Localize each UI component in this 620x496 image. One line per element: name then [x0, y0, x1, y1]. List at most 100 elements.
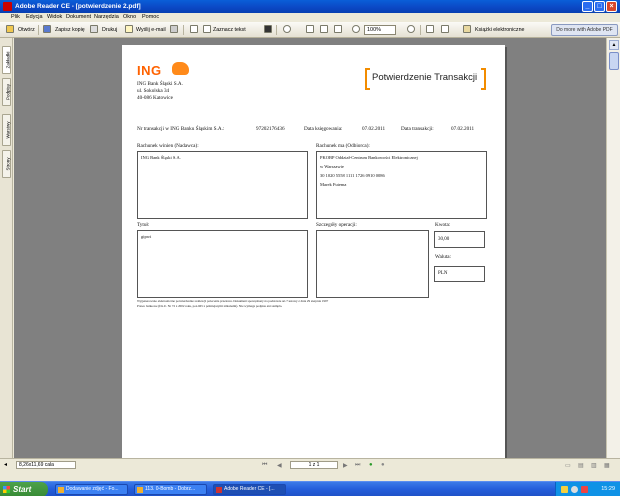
zoom-in-plus-icon[interactable]	[407, 25, 415, 33]
toolbar-separator	[183, 25, 184, 35]
payment-title-label: Tytuł:	[137, 222, 150, 228]
select-text-button[interactable]: Zaznacz tekst	[213, 25, 246, 35]
email-button[interactable]: Wyślij e-mail	[136, 25, 166, 35]
tab-signatures[interactable]: Podpisy	[2, 78, 11, 106]
go-back-icon[interactable]: ●	[369, 462, 373, 468]
debit-account-value: ING Bank Śląski S.A.	[141, 155, 181, 160]
snapshot-icon[interactable]	[264, 25, 272, 33]
start-button[interactable]: Start	[0, 482, 48, 496]
scroll-thumb[interactable]	[609, 52, 619, 70]
page-number-field[interactable]: 1 z 1	[290, 461, 338, 469]
collapse-arrow-icon[interactable]: ◂	[4, 461, 7, 468]
credit-line-3: 30 1020 5558 1111 1726 0910 0086	[320, 173, 385, 178]
next-page-icon[interactable]: ▶	[343, 462, 348, 469]
amount-value: 30,00	[438, 237, 450, 242]
zoom-in-icon[interactable]	[283, 25, 291, 33]
menu-file[interactable]: Plik	[11, 13, 20, 22]
payment-title-box: gipwi	[137, 230, 308, 298]
taskbar-item-label: 113. 0-Bomb - Dobrz...	[145, 486, 196, 492]
clock[interactable]: 15:29	[601, 482, 615, 496]
hand-tool-icon[interactable]	[190, 25, 198, 33]
binoculars-icon[interactable]	[170, 25, 178, 33]
menu-edit[interactable]: Edycja	[26, 13, 43, 22]
rotate-left-icon[interactable]	[426, 25, 434, 33]
zoom-input[interactable]: 100%	[364, 25, 396, 35]
first-page-icon[interactable]: ⏮	[262, 462, 267, 469]
open-button[interactable]: Otwórz	[18, 25, 35, 35]
ebooks-button[interactable]: Książki elektroniczne	[475, 25, 524, 35]
save-disk-icon	[43, 25, 51, 33]
credit-line-1: PKOBP Oddział-Centrum Bankowości Elektro…	[320, 155, 418, 160]
adobe-reader-icon	[3, 2, 12, 11]
fit-page-icon[interactable]	[320, 25, 328, 33]
title-bracket-right	[481, 68, 486, 90]
print-button[interactable]: Drukuj	[102, 25, 117, 35]
pdf-page: ING ING Bank Śląski S.A. ul. Sokolska 34…	[122, 45, 505, 465]
fit-width-icon[interactable]	[334, 25, 342, 33]
maximize-button[interactable]: □	[594, 1, 605, 12]
menu-help[interactable]: Pomoc	[142, 13, 159, 22]
adobe-reader-icon	[216, 487, 222, 493]
credit-line-4: Marek Futema	[320, 182, 347, 187]
taskbar-item-label: Adobe Reader CE - [...	[224, 486, 275, 492]
tray-network-icon[interactable]	[561, 486, 568, 493]
windows-logo-icon	[3, 486, 10, 493]
continuous-icon[interactable]: ▤	[578, 462, 584, 469]
operation-details-box	[316, 230, 429, 298]
last-page-icon[interactable]: ⏭	[355, 462, 360, 469]
debit-account-box: ING Bank Śląski S.A.	[137, 151, 308, 219]
taskbar-item-firefox[interactable]: Dodawanie zdjęć - Fo...	[55, 484, 128, 495]
tab-signatures-label: Podpisy	[5, 84, 11, 101]
adobe-pdf-button[interactable]: Do more with Adobe PDF	[551, 24, 618, 36]
actual-size-icon[interactable]	[306, 25, 314, 33]
navigation-pane: Zakładki Podpisy Warstwy Strony	[0, 38, 13, 458]
transaction-number-label: Nr transakcji w ING Banku Śląskim S.A.:	[137, 126, 225, 132]
rotate-right-icon[interactable]	[441, 25, 449, 33]
status-bar: ◂ 8,26x11,69 cala ⏮ ◀ 1 z 1 ▶ ⏭ ● ● ▭ ▤ …	[0, 458, 620, 470]
tab-layers-label: Warstwy	[5, 121, 11, 139]
operation-details-label: Szczegóły operacji:	[316, 222, 357, 228]
menu-window[interactable]: Okno	[123, 13, 136, 22]
menu-tools[interactable]: Narzędzia	[94, 13, 119, 22]
start-label: Start	[13, 485, 32, 494]
menu-document[interactable]: Dokument	[66, 13, 91, 22]
booking-date-label: Data księgowania:	[304, 126, 343, 132]
continuous-facing-icon[interactable]: ▥	[591, 462, 597, 469]
ing-logo: ING	[137, 63, 162, 78]
tab-layers[interactable]: Warstwy	[2, 114, 11, 146]
transaction-number: 97202176436	[256, 126, 285, 132]
taskbar-item-adobe-reader[interactable]: Adobe Reader CE - [...	[213, 484, 286, 495]
toolbar-separator	[38, 25, 39, 35]
go-forward-icon[interactable]: ●	[381, 462, 385, 468]
tray-volume-icon[interactable]	[571, 486, 578, 493]
taskbar-item-label: Dodawanie zdjęć - Fo...	[66, 486, 119, 492]
vertical-scrollbar[interactable]: ▲	[606, 38, 620, 460]
tab-bookmarks[interactable]: Zakładki	[2, 46, 11, 74]
facing-icon[interactable]: ▦	[604, 462, 610, 469]
footnote-line-2: Prawo bankowe (Dz.U. Nr 72 z 2002 roku, …	[137, 304, 283, 308]
menu-view[interactable]: Widok	[47, 13, 62, 22]
minimize-button[interactable]: _	[582, 1, 593, 12]
tab-bookmarks-label: Zakładki	[5, 51, 11, 69]
save-copy-button[interactable]: Zapisz kopię	[55, 25, 85, 35]
credit-line-2: w Warszawie	[320, 164, 344, 169]
zoom-out-icon[interactable]	[352, 25, 360, 33]
title-bracket-left	[365, 68, 370, 90]
system-tray: 15:29	[555, 482, 620, 496]
tray-antivirus-icon[interactable]	[581, 486, 588, 493]
firefox-icon	[58, 487, 64, 493]
tab-pages[interactable]: Strony	[2, 150, 11, 178]
currency-value: PLN	[438, 271, 448, 276]
close-button[interactable]: ×	[606, 1, 617, 12]
taskbar: Start Dodawanie zdjęć - Fo... 113. 0-Bom…	[0, 481, 620, 496]
amount-label: Kwota:	[435, 222, 451, 228]
single-page-icon[interactable]: ▭	[565, 462, 571, 469]
transaction-date-label: Data transakcji:	[401, 126, 434, 132]
currency-box: PLN	[434, 266, 485, 282]
bank-city: 40-086 Katowice	[137, 95, 173, 101]
transaction-date: 07.02.2011	[451, 126, 475, 132]
document-title: Potwierdzenie Transakcji	[372, 72, 478, 83]
taskbar-item-browser[interactable]: 113. 0-Bomb - Dobrz...	[134, 484, 207, 495]
scroll-up-arrow-icon[interactable]: ▲	[609, 40, 619, 50]
previous-page-icon[interactable]: ◀	[277, 462, 282, 469]
